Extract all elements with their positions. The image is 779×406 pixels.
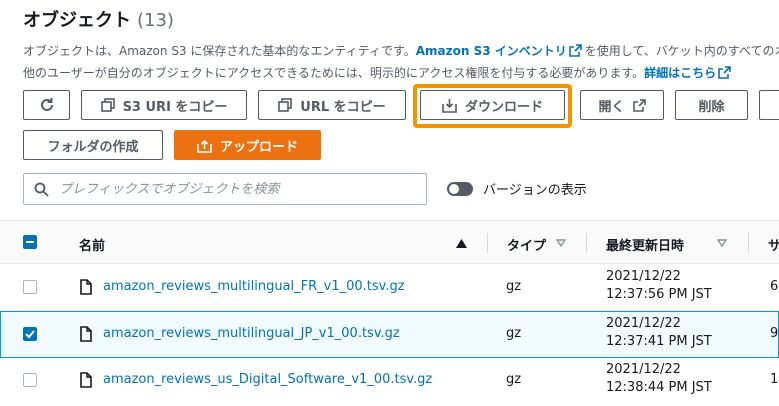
modified-time: 12:37:56 PM JST <box>606 287 712 302</box>
row-checkbox[interactable] <box>23 327 37 341</box>
column-size[interactable]: サ <box>768 235 779 254</box>
copy-url-label: URL をコピー <box>300 99 386 115</box>
refresh-button[interactable] <box>23 90 70 120</box>
file-type: gz <box>506 279 522 294</box>
column-divider <box>586 233 587 253</box>
sort-icon[interactable] <box>556 239 566 247</box>
delete-button[interactable]: 削除 <box>675 90 748 120</box>
column-last-modified[interactable]: 最終更新日時 <box>606 235 684 254</box>
actions-button[interactable] <box>759 90 779 120</box>
row-checkbox[interactable] <box>23 280 37 294</box>
file-icon <box>80 372 92 388</box>
download-highlight <box>413 84 572 128</box>
file-icon <box>80 279 92 295</box>
table-row[interactable]: amazon_reviews_multilingual_FR_v1_00.tsv… <box>0 264 779 311</box>
file-name-link[interactable]: amazon_reviews_us_Digital_Software_v1_00… <box>103 372 432 387</box>
open-button[interactable]: 開く <box>580 90 664 120</box>
copy-url-button[interactable]: URL をコピー <box>258 90 406 120</box>
page-title: オブジェクト (13) <box>23 6 174 32</box>
modified-date: 2021/12/22 <box>606 362 681 377</box>
copy-icon <box>100 98 115 112</box>
external-link-icon[interactable] <box>718 66 731 79</box>
file-size: 1 <box>770 372 779 387</box>
last-modified: 2021/12/22 12:37:56 PM JST <box>606 268 712 304</box>
modified-time: 12:38:44 PM JST <box>606 380 712 395</box>
column-divider <box>487 233 488 253</box>
title-text: オブジェクト <box>23 10 131 31</box>
column-type[interactable]: タイプ <box>507 235 546 254</box>
upload-icon <box>197 139 212 153</box>
learn-more-link[interactable]: 詳細はこちら <box>644 66 716 80</box>
refresh-icon <box>40 98 53 111</box>
file-icon <box>80 326 92 342</box>
search-icon <box>34 182 49 197</box>
show-versions-label: バージョンの表示 <box>483 183 587 198</box>
table-header: 名前 タイプ 最終更新日時 サ <box>0 220 779 264</box>
indeterminate-icon <box>26 241 34 243</box>
upload-label: アップロード <box>219 139 298 155</box>
create-folder-button[interactable]: フォルダの作成 <box>23 130 163 160</box>
description-line-1: オブジェクトは、Amazon S3 に保存された基本的なエンティティです。Ama… <box>23 40 779 62</box>
external-link-icon[interactable] <box>568 44 582 57</box>
check-icon <box>25 330 35 339</box>
file-size: 6 <box>770 279 779 294</box>
description-text-3: 他のユーザーが自分のオブジェクトにアクセスできるためには、明示的にアクセス権限を… <box>23 66 645 80</box>
description-line-2: 他のユーザーが自分のオブジェクトにアクセスできるためには、明示的にアクセス権限を… <box>23 62 779 84</box>
create-folder-label: フォルダの作成 <box>47 139 139 155</box>
last-modified: 2021/12/22 12:37:41 PM JST <box>606 315 712 351</box>
external-link-icon <box>632 98 646 112</box>
search-box <box>23 173 427 205</box>
toggle-switch[interactable] <box>447 181 473 196</box>
inventory-link[interactable]: Amazon S3 インベントリ <box>416 44 567 58</box>
copy-s3-uri-button[interactable]: S3 URI をコピー <box>81 90 247 120</box>
modified-date: 2021/12/22 <box>606 316 681 331</box>
open-label: 開く <box>598 99 625 115</box>
object-count: (13) <box>137 10 174 31</box>
file-name-link[interactable]: amazon_reviews_multilingual_JP_v1_00.tsv… <box>103 326 400 341</box>
modified-time: 12:37:41 PM JST <box>606 334 712 349</box>
description-text-1: オブジェクトは、Amazon S3 に保存された基本的なエンティティです。 <box>23 44 416 58</box>
search-input[interactable] <box>57 180 426 198</box>
file-name-link[interactable]: amazon_reviews_multilingual_FR_v1_00.tsv… <box>103 279 405 294</box>
copy-s3-uri-label: S3 URI をコピー <box>122 99 228 115</box>
file-type: gz <box>506 372 522 387</box>
description-text-2: を使用して、バケット内のすべてのオ <box>584 44 779 58</box>
table-row[interactable]: amazon_reviews_multilingual_JP_v1_00.tsv… <box>0 311 779 358</box>
modified-date: 2021/12/22 <box>606 269 681 284</box>
row-checkbox[interactable] <box>23 373 37 387</box>
delete-label: 削除 <box>698 99 725 115</box>
copy-icon <box>278 98 293 112</box>
last-modified: 2021/12/22 12:38:44 PM JST <box>606 361 712 397</box>
column-divider <box>748 233 749 253</box>
upload-button[interactable]: アップロード <box>174 130 321 160</box>
select-all-checkbox[interactable] <box>23 235 37 249</box>
file-type: gz <box>506 326 522 341</box>
sort-ascending-icon[interactable] <box>456 239 467 248</box>
file-size: 9 <box>770 326 779 341</box>
description: オブジェクトは、Amazon S3 に保存された基本的なエンティティです。Ama… <box>23 40 779 84</box>
show-versions-toggle[interactable]: バージョンの表示 <box>447 179 587 198</box>
sort-icon[interactable] <box>717 239 727 247</box>
table-row[interactable]: amazon_reviews_us_Digital_Software_v1_00… <box>0 358 779 405</box>
toggle-knob <box>449 183 459 194</box>
column-name[interactable]: 名前 <box>79 235 105 254</box>
